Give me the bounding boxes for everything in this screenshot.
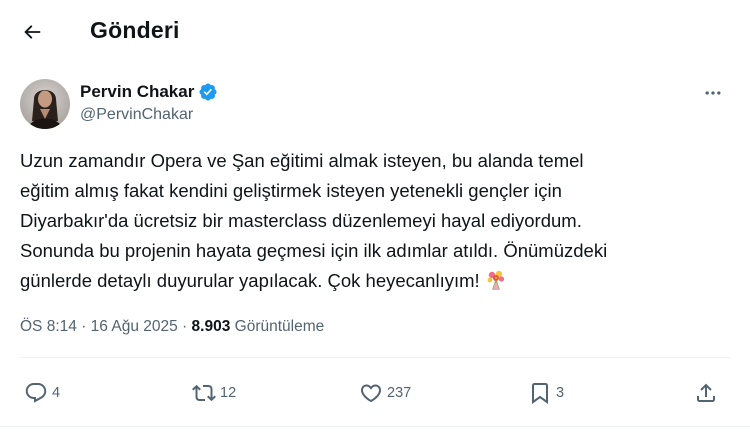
back-button[interactable] <box>14 14 50 50</box>
reply-button[interactable]: 4 <box>24 375 60 411</box>
retweet-button[interactable]: 12 <box>192 375 236 411</box>
avatar[interactable] <box>20 79 70 129</box>
meta-separator: · <box>182 318 188 335</box>
arrow-left-icon <box>24 25 41 39</box>
tweet-text-line-last: günlerde detaylı duyurular yapılacak. Ço… <box>20 266 710 296</box>
author-handle[interactable]: @PervinChakar <box>80 106 193 124</box>
more-horizontal-icon <box>705 91 721 95</box>
divider <box>0 426 750 427</box>
like-count: 237 <box>387 385 412 401</box>
author-name[interactable]: Pervin Chakar <box>80 82 194 102</box>
reply-icon <box>25 383 47 403</box>
views-count: 8.903 <box>191 318 231 335</box>
tweet-meta: ÖS 8:14 · 16 Ağu 2025 · 8.903 Görüntülem… <box>20 318 324 336</box>
views-label: Görüntüleme <box>234 318 325 335</box>
tweet-date[interactable]: 16 Ağu 2025 <box>91 318 178 335</box>
tweet-actions: 4 12 237 3 <box>0 375 750 411</box>
heart-icon <box>360 384 382 403</box>
tweet-text-line: Diyarbakır'da ücretsiz bir masterclass d… <box>20 210 582 231</box>
tweet-time[interactable]: ÖS 8:14 <box>20 318 77 335</box>
divider <box>20 357 730 358</box>
retweet-icon <box>192 384 216 402</box>
tweet-text-line: günlerde detaylı duyurular yapılacak. Ço… <box>20 270 480 291</box>
avatar-image <box>20 79 70 129</box>
share-icon <box>697 383 715 402</box>
bookmark-icon <box>532 383 548 404</box>
tweet-text-line: Uzun zamandır Opera ve Şan eğitimi almak… <box>20 150 584 171</box>
top-bar: Gönderi <box>0 0 750 64</box>
tweet-text-line: Sonunda bu projenin hayata geçmesi için … <box>20 240 608 261</box>
like-button[interactable]: 237 <box>359 375 411 411</box>
tweet-text: Uzun zamandır Opera ve Şan eğitimi almak… <box>20 146 710 296</box>
meta-separator: · <box>81 318 87 335</box>
bookmark-count: 3 <box>556 385 565 401</box>
share-button[interactable] <box>694 375 718 411</box>
page-title: Gönderi <box>90 17 180 43</box>
bouquet-emoji-icon <box>484 268 508 292</box>
author-name-row: Pervin Chakar <box>80 80 218 104</box>
tweet-text-line: eğitim almış fakat kendini geliştirmek i… <box>20 180 562 201</box>
more-options-button[interactable] <box>698 80 728 106</box>
retweet-count: 12 <box>220 385 237 401</box>
reply-count: 4 <box>52 385 61 401</box>
bookmark-button[interactable]: 3 <box>528 375 564 411</box>
verified-badge-icon[interactable] <box>198 82 218 102</box>
